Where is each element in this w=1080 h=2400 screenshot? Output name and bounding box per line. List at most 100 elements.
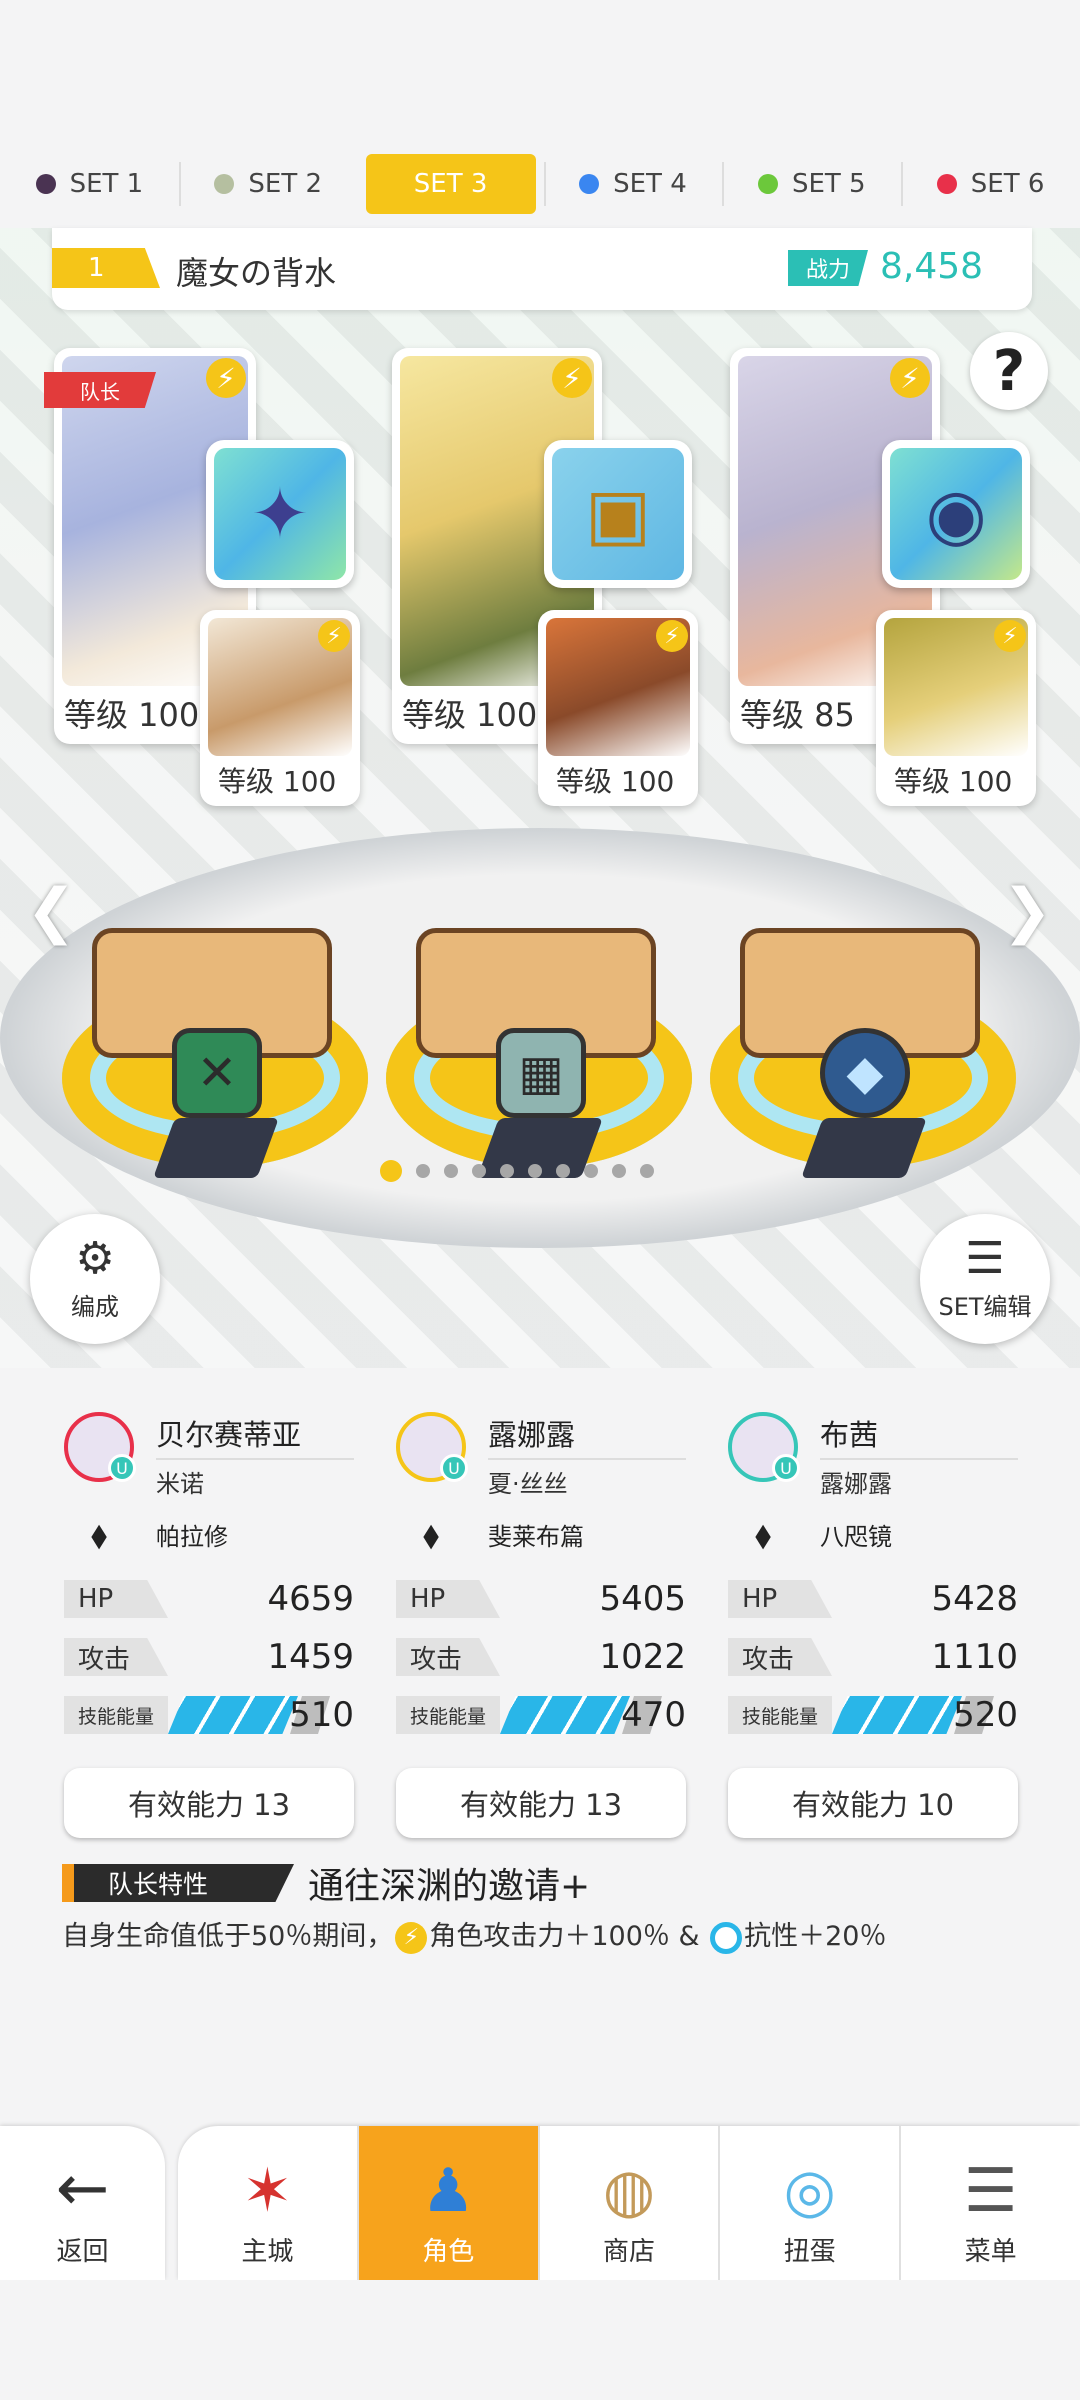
bottom-strip [0,2280,1080,2400]
avatar[interactable]: U [728,1412,800,1482]
hp-row: HP 5405 [396,1570,686,1628]
set-tab-6[interactable]: SET 6 [901,154,1080,214]
leader-trait-tag: 队长特性 [62,1864,294,1902]
weapon-name: 斐莱布篇 [488,1522,584,1551]
support-card-2[interactable]: ⚡ 等级 100 [538,610,698,806]
pager-dot[interactable] [380,1160,402,1182]
lightning-icon: ⚡ [890,358,930,398]
support-card-1[interactable]: ⚡ 等级 100 [200,610,360,806]
pager-dot[interactable] [612,1164,626,1178]
book-icon: ▣ [552,448,684,580]
leader-trait-name: 通往深渊的邀请+ [308,1866,591,1907]
nav-tab-shop[interactable]: ◍ 商店 [537,2126,719,2280]
nav-tab-characters[interactable]: ♟ 角色 [356,2126,538,2280]
back-label: 返回 [56,2237,109,2267]
nav-tab-menu[interactable]: ☰ 菜单 [899,2126,1080,2280]
team-number: 1 [52,248,160,288]
set-tabs: SET 1 SET 2 SET 3 SET 4 SET 5 SET 6 [0,150,1080,218]
leader-trait-description: 自身生命值低于50％期间， ⚡ 角色攻击力＋100％ & 抗性＋20％ [62,1914,1042,1954]
effective-ability-button[interactable]: 有效能力 10 [728,1768,1018,1838]
leader-trait: 队长特性 通往深渊的邀请+ 自身生命值低于50％期间， ⚡ 角色攻击力＋100％ &… [62,1862,1042,1954]
skill-energy-bar [500,1696,630,1734]
pager-dot[interactable] [556,1164,570,1178]
formation-gear-icon: ⚙ [75,1232,115,1284]
nav-tab-label: 角色 [422,2237,475,2267]
pager-dot[interactable] [640,1164,654,1178]
pager-dot[interactable] [444,1164,458,1178]
character-pad-2[interactable]: ▦ [386,928,692,1178]
set-tab-1[interactable]: SET 1 [0,154,179,214]
attack-row: 攻击 1110 [728,1628,1018,1686]
skill-energy-value: 510 [289,1695,354,1735]
castle-icon: ✶ [242,2156,293,2226]
power-label: 战力 [788,250,868,286]
pad-plate [801,1118,927,1178]
lightning-icon: ⚡ [552,358,592,398]
weapon-slot-2[interactable]: ▣ [544,440,692,588]
pager-dot[interactable] [528,1164,542,1178]
nav-tab-label: 菜单 [964,2237,1017,2267]
attack-value: 1110 [931,1637,1018,1677]
nav-tab-gacha[interactable]: ◎ 扭蛋 [718,2126,899,2280]
support-card-3[interactable]: ⚡ 等级 100 [876,610,1036,806]
weapon-slot-3[interactable]: ◉ [882,440,1030,588]
hp-value: 5428 [931,1579,1018,1619]
set-tab-5[interactable]: SET 5 [722,154,901,214]
character-stats-1: U 贝尔赛蒂亚 米诺 ⬧ 帕拉修 HP 4659 攻击 1459 技能能量 51… [64,1412,354,1838]
pager-dot[interactable] [500,1164,514,1178]
book-emblem-icon: ▦ [496,1028,586,1118]
pad-plate [153,1118,279,1178]
next-arrow-icon[interactable]: ❯ [1002,876,1052,946]
pager-dot[interactable] [416,1164,430,1178]
prev-arrow-icon[interactable]: ❮ [26,876,76,946]
character-level: 等级 85 [740,696,855,734]
set-tab-4[interactable]: SET 4 [543,154,723,214]
lightning-icon: ⚡ [994,620,1026,652]
trait-desc-part: 自身生命值低于50％期间， [62,1921,394,1952]
character-pad-3[interactable]: ◆ [710,928,1016,1178]
set-edit-label: SET编辑 [938,1292,1032,1321]
nav-tab-home[interactable]: ✶ 主城 [178,2126,357,2280]
effective-ability-button[interactable]: 有效能力 13 [64,1768,354,1838]
lightning-icon: ⚡ [395,1921,428,1954]
list-icon: ☰ [965,1232,1005,1284]
lightning-icon: ⚡ [656,620,688,652]
avatar[interactable]: U [64,1412,136,1482]
set-dot [35,174,56,194]
menu-list-icon: ☰ [963,2156,1018,2226]
skill-energy-label: 技能能量 [728,1696,832,1734]
help-button[interactable]: ? [970,332,1048,410]
set-tab-label: SET 6 [970,169,1045,199]
bottom-nav: ← 返回 ✶ 主城 ♟ 角色 ◍ 商店 ◎ 扭蛋 ☰ 菜单 [0,2120,1080,2280]
pager-dot[interactable] [584,1164,598,1178]
hp-row: HP 5428 [728,1570,1018,1628]
trait-desc-part: 角色攻击力＋100％ & [429,1921,709,1952]
u-badge-icon: U [772,1454,800,1482]
skill-energy-label: 技能能量 [64,1696,168,1734]
avatar[interactable]: U [396,1412,468,1482]
skill-energy-bar [832,1696,962,1734]
stats-panel: U 贝尔赛蒂亚 米诺 ⬧ 帕拉修 HP 4659 攻击 1459 技能能量 51… [0,1372,1080,1972]
formation-button[interactable]: ⚙ 编成 [30,1214,160,1344]
support-name: 夏·丝丝 [488,1470,568,1498]
character-icon: ♟ [421,2156,476,2226]
attack-value: 1022 [599,1637,686,1677]
effective-ability-button[interactable]: 有效能力 13 [396,1768,686,1838]
character-pad-1[interactable]: ✕ [62,928,368,1178]
trait-desc-part: 抗性＋20％ [744,1921,887,1952]
weapon-slot-1[interactable]: ✦ [206,440,354,588]
power-value: 8,458 [880,246,984,287]
pager-dot[interactable] [472,1164,486,1178]
back-button[interactable]: ← 返回 [0,2126,165,2280]
lightning-icon: ⚡ [318,620,350,652]
set-edit-button[interactable]: ☰ SET编辑 [920,1214,1050,1344]
attack-value: 1459 [267,1637,354,1677]
skill-energy-row: 技能能量 470 [396,1686,686,1744]
u-badge-icon: U [440,1454,468,1482]
set-tab-3[interactable]: SET 3 [365,154,536,214]
team-bar[interactable]: 1 魔女の背水 战力 8,458 [52,228,1032,310]
team-platform: ✕ ▦ ◆ [0,788,1080,1408]
weapon-icon: ⬧ [422,1511,440,1556]
set-tab-2[interactable]: SET 2 [178,154,358,214]
nav-tabs: ✶ 主城 ♟ 角色 ◍ 商店 ◎ 扭蛋 ☰ 菜单 [178,2126,1080,2280]
